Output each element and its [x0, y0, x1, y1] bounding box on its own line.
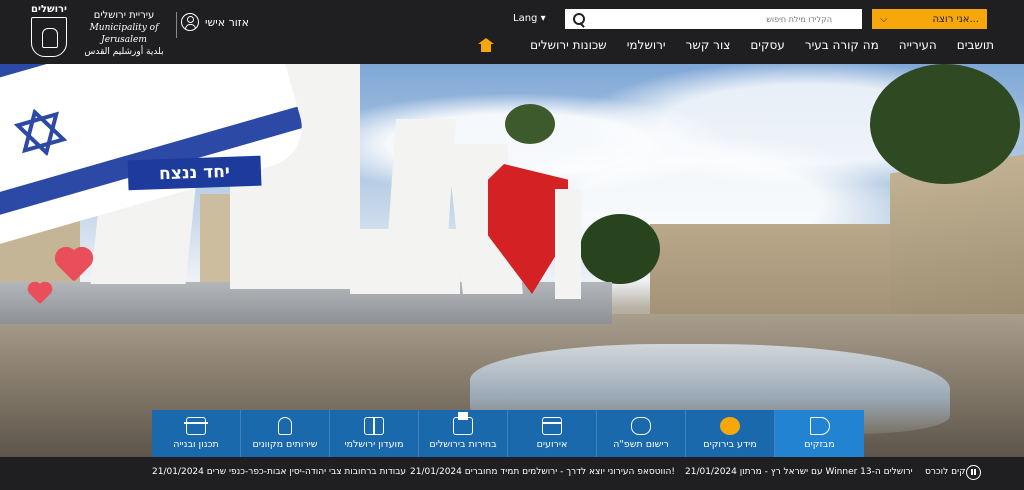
news-ticker: 21/01/2024 עבודות ברחובות צבי יהודה-יסין…	[0, 457, 1024, 490]
school-bag-icon	[631, 417, 651, 435]
personal-area-label: אזור אישי	[205, 15, 249, 29]
ticker-item[interactable]: 21/01/2024 עבודות ברחובות צבי יהודה-יסין…	[152, 467, 406, 477]
pause-icon[interactable]	[966, 465, 981, 480]
logo-title: ירושלים	[31, 4, 67, 15]
site-header: ירושלים עיריית ירושלים Municipality of J…	[0, 0, 1024, 64]
palm-tree	[505, 104, 555, 144]
nav-item-residents[interactable]: תושבים	[957, 38, 994, 52]
star-of-david-icon	[13, 108, 68, 157]
municipality-name-ar: بلدية أورشليم القدس	[84, 47, 164, 57]
tile-label: תכנון ובנייה	[173, 439, 219, 450]
hero-banner: יחד ננצח	[0, 64, 1024, 457]
sculpture-letter	[555, 189, 581, 299]
ticker-item[interactable]: 21/01/2024 עם ישראל רץ - מרתון Winner יר…	[685, 467, 913, 477]
tile-label: מבזקים	[804, 439, 835, 450]
search-icon[interactable]	[565, 9, 587, 29]
home-icon[interactable]	[478, 38, 494, 52]
pause-label[interactable]: קים לוכרס	[925, 467, 965, 477]
tile-green-info[interactable]: מידע בירוקים	[686, 410, 775, 457]
search-bar	[565, 9, 862, 29]
quick-links-bar: תכנון ובנייה שירותים מקוונים מועדון ירוש…	[152, 410, 874, 462]
municipality-name-he: עיריית ירושלים	[93, 10, 155, 21]
tile-label: בחירות בירושלים	[429, 439, 497, 450]
nav-item-contact[interactable]: צור קשר	[686, 38, 731, 52]
flag-stripe	[0, 64, 268, 92]
personal-area-button[interactable]: אזור אישי	[181, 13, 249, 31]
tile-events[interactable]: אירועים	[508, 410, 597, 457]
chevron-down-icon: ⌵	[880, 13, 888, 25]
tile-elections[interactable]: בחירות בירושלים	[419, 410, 508, 457]
language-selector[interactable]: Lang ▾	[513, 13, 546, 24]
search-input[interactable]	[587, 14, 862, 24]
gift-icon	[364, 417, 384, 435]
tile-registration[interactable]: רישום תשפ"ה	[597, 410, 686, 457]
user-icon	[181, 13, 199, 31]
tree	[580, 214, 660, 284]
main-nav: שכונות ירושלים ירושלמי צור קשר עסקים מה …	[530, 38, 994, 52]
tile-label: רישום תשפ"ה	[613, 439, 669, 450]
tree	[870, 64, 1020, 184]
crane-icon	[184, 417, 208, 435]
tile-planning[interactable]: תכנון ובנייה	[152, 410, 241, 457]
tile-online-services[interactable]: שירותים מקוונים	[241, 410, 330, 457]
municipality-name[interactable]: עיריית ירושלים Municipality of Jerusalem…	[76, 10, 172, 58]
nav-item-whats-happening[interactable]: מה קורה בעיר	[805, 38, 879, 52]
i-want-dropdown[interactable]: ⌵ אני רוצה...	[872, 9, 987, 29]
megaphone-icon	[809, 417, 830, 435]
jerusalem-logo[interactable]: ירושלים	[24, 4, 74, 60]
ballot-icon	[453, 412, 473, 435]
hand-click-icon	[278, 417, 292, 435]
tile-news-flash[interactable]: מבזקים	[775, 410, 864, 462]
tile-label: מידע בירוקים	[703, 439, 757, 450]
i-want-label: אני רוצה...	[932, 13, 980, 25]
ticker-item[interactable]: 21/01/2024 הווטסאפ העירוני יוצא לדרך - י…	[410, 467, 675, 477]
slogan-banner: יחד ננצח	[127, 155, 262, 191]
tile-label: שירותים מקוונים	[252, 439, 318, 450]
info-icon	[720, 417, 740, 435]
nav-item-yerushalmi[interactable]: ירושלמי	[627, 38, 666, 52]
municipality-name-en: Municipality of Jerusalem	[89, 23, 159, 45]
header-divider	[176, 12, 177, 38]
tile-jerusalem-club[interactable]: מועדון ירושלמי	[330, 410, 419, 457]
calendar-icon	[542, 417, 562, 435]
tile-label: אירועים	[536, 439, 568, 450]
shield-icon	[31, 17, 67, 57]
tile-label: מועדון ירושלמי	[344, 439, 404, 450]
nav-item-business[interactable]: עסקים	[750, 38, 784, 52]
sculpture-letter	[383, 119, 457, 294]
nav-item-municipality[interactable]: העירייה	[899, 38, 937, 52]
nav-item-neighborhoods[interactable]: שכונות ירושלים	[530, 38, 607, 52]
